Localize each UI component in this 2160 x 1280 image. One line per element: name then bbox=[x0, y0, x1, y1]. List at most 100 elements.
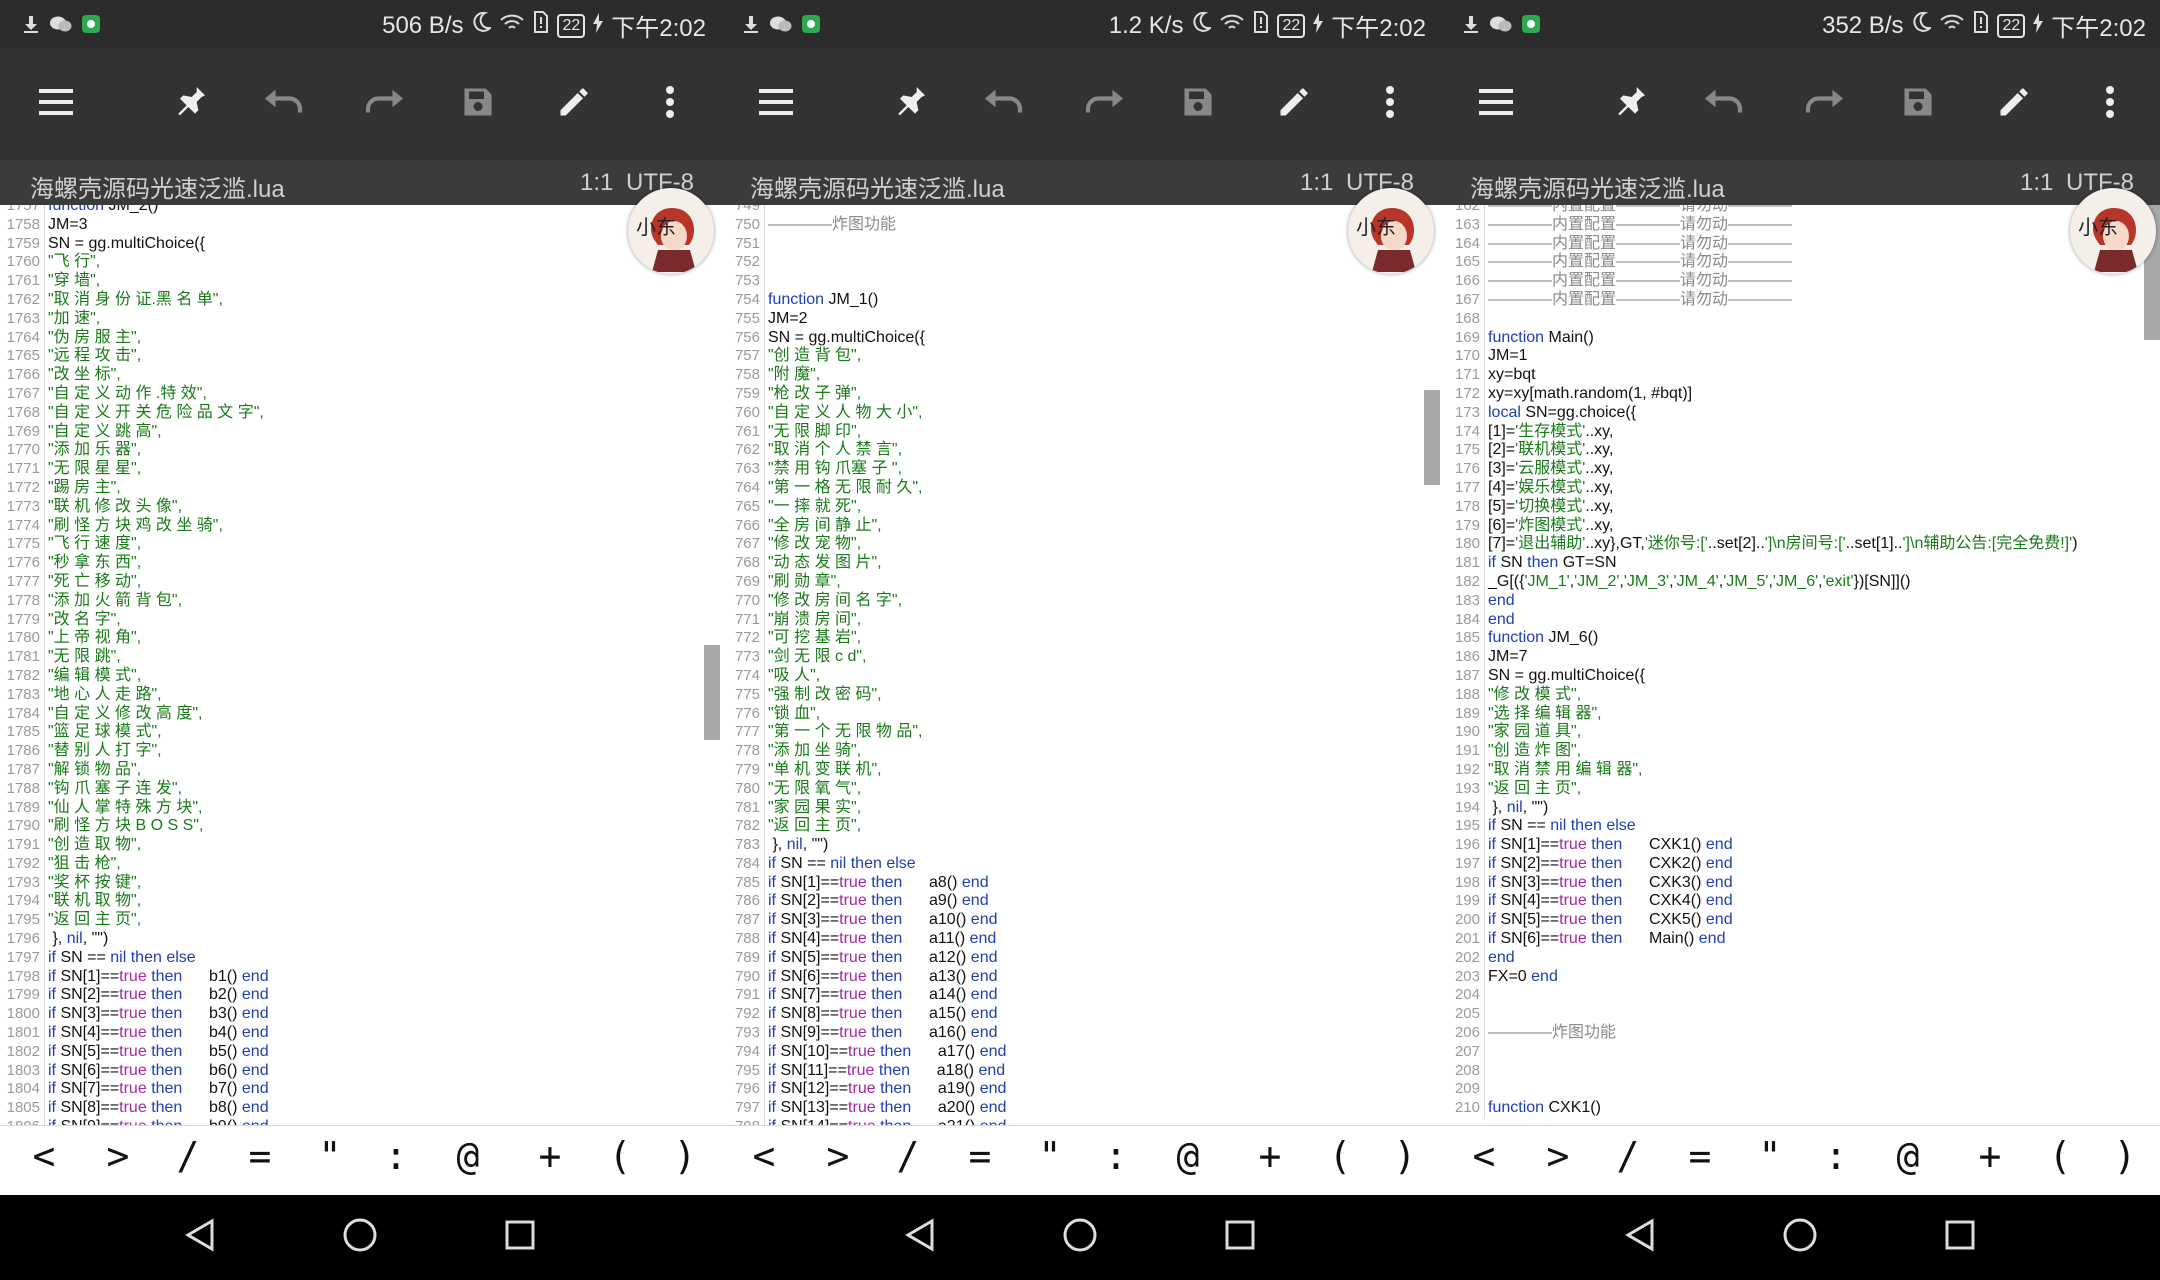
symbol-key[interactable]: > bbox=[1528, 1134, 1588, 1178]
line-number: 750 bbox=[720, 215, 765, 235]
edit-button[interactable] bbox=[1266, 76, 1322, 132]
symbol-key[interactable]: + bbox=[1240, 1134, 1300, 1178]
line-text: }, nil, "") bbox=[48, 930, 109, 948]
code-editor[interactable]: 1757 function JM_2() 1758 JM=3 1759 SN = gg.m… bbox=[0, 205, 720, 1125]
undo-button[interactable] bbox=[978, 76, 1034, 132]
recents-button[interactable] bbox=[1218, 1215, 1262, 1259]
code-line: 192 "取 消 禁 用 编 辑 器", bbox=[1440, 760, 2156, 780]
recents-button[interactable] bbox=[1938, 1215, 1982, 1259]
symbol-key[interactable]: @ bbox=[1878, 1134, 1938, 1178]
redo-button[interactable] bbox=[1794, 76, 1850, 132]
redo-button[interactable] bbox=[1074, 76, 1130, 132]
code-line: 763 "禁 用 钩 爪塞 子 ", bbox=[720, 460, 1436, 479]
code-editor[interactable]: 749 750 ————炸图功能 751 752 753 754 function JM_1(… bbox=[720, 205, 1440, 1125]
symbol-key[interactable]: ( bbox=[1310, 1134, 1370, 1178]
edit-button[interactable] bbox=[546, 76, 602, 132]
symbol-key[interactable]: : bbox=[1086, 1134, 1146, 1178]
symbol-key[interactable]: ) bbox=[1375, 1134, 1435, 1178]
floating-avatar-button[interactable]: 小东 bbox=[1348, 188, 1434, 274]
home-button[interactable] bbox=[338, 1215, 382, 1259]
symbol-key[interactable]: + bbox=[520, 1134, 580, 1178]
code-line: 793 if SN[9]==true then a16() end bbox=[720, 1024, 1436, 1043]
line-number: 786 bbox=[720, 892, 765, 912]
symbol-key-row: < > / = ": @ +() bbox=[720, 1125, 1440, 1196]
line-number: 753 bbox=[720, 272, 765, 291]
code-line: 170 JM=1 bbox=[1440, 347, 2156, 367]
symbol-key[interactable]: < bbox=[1454, 1134, 1514, 1178]
edit-button[interactable] bbox=[1986, 76, 2042, 132]
more-button[interactable] bbox=[1362, 76, 1418, 132]
home-button[interactable] bbox=[1058, 1215, 1102, 1259]
line-text bbox=[765, 253, 768, 272]
save-button[interactable] bbox=[1890, 76, 1946, 132]
file-tab[interactable]: 海螺壳源码光速泛滥.lua 1:1 UTF-8 bbox=[0, 160, 720, 205]
line-text: _G[({'JM_1','JM_2','JM_3','JM_4','JM_5',… bbox=[1488, 572, 1911, 590]
symbol-key[interactable]: > bbox=[88, 1134, 148, 1178]
line-number: 179 bbox=[1440, 516, 1485, 536]
save-button[interactable] bbox=[450, 76, 506, 132]
line-text: if SN[4]==true then b4() end bbox=[48, 1024, 269, 1042]
symbol-key[interactable]: / bbox=[878, 1134, 938, 1178]
symbol-key[interactable]: ) bbox=[2095, 1134, 2155, 1178]
symbol-key[interactable]: + bbox=[1960, 1134, 2020, 1178]
more-button[interactable] bbox=[2082, 76, 2138, 132]
line-number: 1803 bbox=[0, 1061, 45, 1081]
back-button[interactable] bbox=[1618, 1215, 1662, 1259]
line-number: 163 bbox=[1440, 215, 1485, 235]
symbol-key[interactable]: @ bbox=[1158, 1134, 1218, 1178]
recents-button[interactable] bbox=[498, 1215, 542, 1259]
symbol-key[interactable]: < bbox=[734, 1134, 794, 1178]
recents-square-icon bbox=[1224, 1219, 1256, 1255]
redo-button[interactable] bbox=[354, 76, 410, 132]
pin-button[interactable] bbox=[882, 76, 938, 132]
code-line: 774 "吸 人", bbox=[720, 666, 1436, 686]
code-line: 768 "动 态 发 图 片", bbox=[720, 554, 1436, 573]
symbol-key[interactable]: ) bbox=[655, 1134, 715, 1178]
line-number: 190 bbox=[1440, 723, 1485, 743]
line-number: 772 bbox=[720, 629, 765, 649]
symbol-key[interactable]: ( bbox=[2030, 1134, 2090, 1178]
symbol-key[interactable]: " bbox=[1020, 1134, 1080, 1178]
symbol-key[interactable]: = bbox=[1670, 1134, 1730, 1178]
code-line: 1785 "篮 足 球 模 式", bbox=[0, 723, 716, 743]
symbol-key[interactable]: @ bbox=[438, 1134, 498, 1178]
pin-button[interactable] bbox=[1602, 76, 1658, 132]
line-text: "禁 用 钩 爪塞 子 ", bbox=[768, 460, 903, 478]
line-number: 196 bbox=[1440, 836, 1485, 855]
back-button[interactable] bbox=[178, 1215, 222, 1259]
menu-button[interactable] bbox=[748, 76, 804, 132]
floating-avatar-button[interactable]: 小东 bbox=[2070, 188, 2156, 274]
more-button[interactable] bbox=[642, 76, 698, 132]
symbol-key[interactable]: = bbox=[230, 1134, 290, 1178]
battery-level: 22 bbox=[1997, 13, 2026, 38]
symbol-key[interactable]: : bbox=[366, 1134, 426, 1178]
code-line: 1768 "自 定 义 开 关 危 险 品 文 字", bbox=[0, 403, 716, 423]
file-tab[interactable]: 海螺壳源码光速泛滥.lua 1:1 UTF-8 bbox=[720, 160, 1440, 205]
symbol-key[interactable]: / bbox=[1598, 1134, 1658, 1178]
menu-button[interactable] bbox=[28, 76, 84, 132]
scrollbar-thumb[interactable] bbox=[704, 645, 720, 740]
symbol-key[interactable]: = bbox=[950, 1134, 1010, 1178]
symbol-key[interactable]: " bbox=[1740, 1134, 1800, 1178]
symbol-key[interactable]: : bbox=[1806, 1134, 1866, 1178]
back-button[interactable] bbox=[898, 1215, 942, 1259]
undo-button[interactable] bbox=[1698, 76, 1754, 132]
symbol-key[interactable]: / bbox=[158, 1134, 218, 1178]
line-number: 197 bbox=[1440, 854, 1485, 874]
floating-avatar-button[interactable]: 小东 bbox=[628, 188, 714, 274]
symbol-key[interactable]: > bbox=[808, 1134, 868, 1178]
code-line: 1772 "踢 房 主", bbox=[0, 478, 716, 498]
symbol-key[interactable]: ( bbox=[590, 1134, 650, 1178]
symbol-key[interactable]: < bbox=[14, 1134, 74, 1178]
menu-button[interactable] bbox=[1468, 76, 1524, 132]
symbol-key[interactable]: " bbox=[300, 1134, 360, 1178]
undo-button[interactable] bbox=[258, 76, 314, 132]
line-text: "改 名 字", bbox=[48, 610, 121, 628]
file-tab[interactable]: 海螺壳源码光速泛滥.lua 1:1 UTF-8 bbox=[1440, 160, 2160, 205]
scrollbar-thumb[interactable] bbox=[1424, 390, 1440, 485]
code-editor[interactable]: 162 ————内置配置————请勿动———— 163 ————内置配置————请勿动… bbox=[1440, 205, 2160, 1125]
home-button[interactable] bbox=[1778, 1215, 1822, 1259]
code-line: 758 "附 魔", bbox=[720, 366, 1436, 385]
save-button[interactable] bbox=[1170, 76, 1226, 132]
pin-button[interactable] bbox=[162, 76, 218, 132]
